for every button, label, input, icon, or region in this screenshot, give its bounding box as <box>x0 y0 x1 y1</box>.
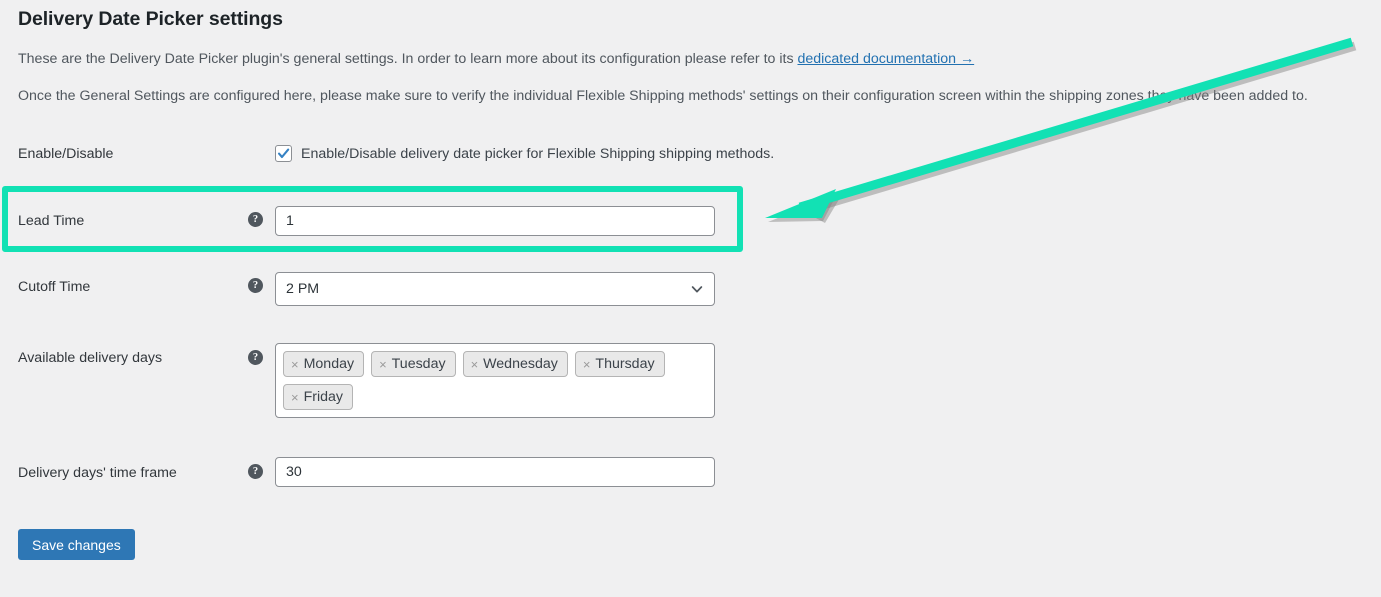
help-icon[interactable]: ? <box>248 350 263 365</box>
delivery-day-chip[interactable]: × Wednesday <box>462 351 568 377</box>
delivery-day-chip-label: Friday <box>303 389 344 405</box>
delivery-day-chip[interactable]: × Thursday <box>574 351 665 377</box>
delivery-day-chip-label: Tuesday <box>391 356 446 372</box>
delivery-day-chip[interactable]: × Friday <box>283 384 354 410</box>
remove-chip-icon[interactable]: × <box>471 358 479 371</box>
help-icon[interactable]: ? <box>248 212 263 227</box>
save-changes-button[interactable]: Save changes <box>18 529 135 560</box>
enable-disable-label: Enable/Disable <box>18 146 114 162</box>
dedicated-documentation-link[interactable]: dedicated documentation → <box>797 51 974 67</box>
remove-chip-icon[interactable]: × <box>291 391 299 404</box>
cutoff-time-label: Cutoff Time <box>18 279 91 295</box>
remove-chip-icon[interactable]: × <box>379 358 387 371</box>
delivery-day-chip-label: Monday <box>303 356 355 372</box>
help-icon[interactable]: ? <box>248 278 263 293</box>
delivery-day-chip-label: Wednesday <box>483 356 558 372</box>
delivery-day-chip[interactable]: × Monday <box>283 351 365 377</box>
intro-paragraph-2: Once the General Settings are configured… <box>18 88 1308 104</box>
cutoff-time-selected-value: 2 PM <box>286 281 320 297</box>
enable-disable-checkbox-label[interactable]: Enable/Disable delivery date picker for … <box>301 146 774 162</box>
lead-time-label: Lead Time <box>18 213 85 229</box>
check-icon <box>276 146 291 161</box>
chevron-down-icon <box>690 282 704 296</box>
remove-chip-icon[interactable]: × <box>291 358 299 371</box>
available-delivery-days-multiselect[interactable]: × Monday × Tuesday × Wednesday × Thursday × Frida… <box>275 343 715 418</box>
remove-chip-icon[interactable]: × <box>583 358 591 371</box>
delivery-time-frame-label: Delivery days' time frame <box>18 465 177 481</box>
enable-disable-checkbox[interactable] <box>275 145 292 162</box>
intro-paragraph-1-text: These are the Delivery Date Picker plugi… <box>18 51 798 67</box>
delivery-time-frame-input[interactable] <box>275 457 715 487</box>
help-icon[interactable]: ? <box>248 464 263 479</box>
cutoff-time-select[interactable]: 2 PM <box>275 272 715 306</box>
delivery-day-chip-label: Thursday <box>595 356 655 372</box>
delivery-day-chip[interactable]: × Tuesday <box>371 351 456 377</box>
intro-paragraph-1: These are the Delivery Date Picker plugi… <box>18 51 974 67</box>
lead-time-input[interactable] <box>275 206 715 236</box>
available-delivery-days-label: Available delivery days <box>18 350 163 366</box>
page-title: Delivery Date Picker settings <box>18 8 283 30</box>
